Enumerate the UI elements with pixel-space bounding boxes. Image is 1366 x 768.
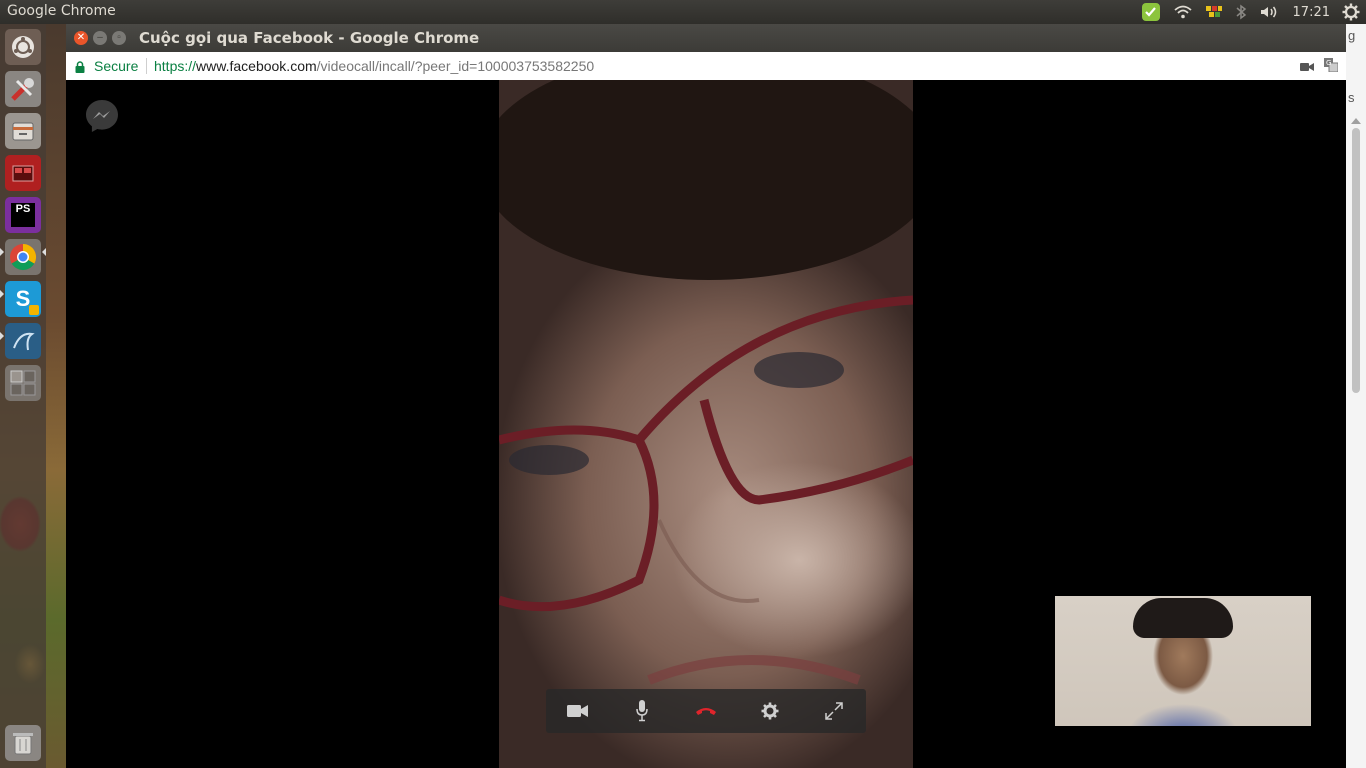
window-titlebar[interactable]: ✕ – ▫ Cuộc gọi qua Facebook - Google Chr… <box>66 24 1346 52</box>
self-hair <box>1133 598 1233 638</box>
url-host: www.facebook.com <box>196 58 317 74</box>
svg-text:G: G <box>1326 59 1331 67</box>
workspace-app-icon[interactable] <box>5 155 41 191</box>
wifi-icon[interactable] <box>1173 4 1193 20</box>
window-title: Cuộc gọi qua Facebook - Google Chrome <box>139 29 480 47</box>
background-text: g <box>1348 28 1356 43</box>
ubuntu-home-icon[interactable] <box>5 29 41 65</box>
end-call-button[interactable] <box>690 695 722 727</box>
background-text: s <box>1348 90 1355 105</box>
call-settings-button[interactable] <box>754 695 786 727</box>
mysql-workbench-icon[interactable] <box>5 323 41 359</box>
url-scheme: https:// <box>154 58 197 74</box>
focused-indicator <box>42 248 46 256</box>
system-tray: 17:21 <box>1129 0 1366 24</box>
fullscreen-button[interactable] <box>818 695 850 727</box>
files-icon[interactable] <box>5 113 41 149</box>
video-call-area <box>66 80 1346 768</box>
running-indicator <box>0 248 4 256</box>
fullscreen-icon <box>825 702 843 720</box>
remote-video-feed <box>499 80 913 768</box>
security-label[interactable]: Secure <box>94 58 138 74</box>
video-camera-toggle[interactable] <box>562 695 594 727</box>
microphone-toggle[interactable] <box>626 695 658 727</box>
remote-glasses <box>499 295 913 685</box>
window-minimize-button[interactable]: – <box>93 31 107 45</box>
messenger-icon[interactable] <box>84 98 120 139</box>
divider <box>146 58 147 74</box>
settings-gear-icon[interactable] <box>1342 3 1360 21</box>
omnibox-actions: G <box>1290 58 1339 75</box>
window-close-button[interactable]: ✕ <box>74 31 88 45</box>
beta-badge <box>29 305 39 315</box>
running-indicator <box>0 332 4 340</box>
system-settings-icon[interactable] <box>5 71 41 107</box>
camera-in-use-icon[interactable] <box>1300 59 1314 75</box>
settings-gear-icon <box>761 702 779 720</box>
clock[interactable]: 17:21 <box>1293 5 1330 20</box>
update-icon[interactable] <box>1141 2 1161 22</box>
trash-icon[interactable] <box>5 725 41 761</box>
network-indicator-icon[interactable] <box>1205 4 1223 20</box>
workspace-switcher-icon[interactable] <box>5 365 41 401</box>
url-path: /videocall/incall/?peer_id=1000037535822… <box>316 58 595 74</box>
self-video-preview[interactable] <box>1055 596 1311 726</box>
bluetooth-icon[interactable] <box>1235 4 1247 20</box>
microphone-icon <box>636 700 648 722</box>
address-bar[interactable]: Secure https://www.facebook.com/videocal… <box>66 52 1346 81</box>
url-text[interactable]: https://www.facebook.com/videocall/incal… <box>154 58 594 74</box>
phpstorm-icon[interactable]: PS <box>5 197 41 233</box>
volume-icon[interactable] <box>1259 4 1279 20</box>
window-maximize-button[interactable]: ▫ <box>112 31 126 45</box>
scrollbar-thumb[interactable] <box>1352 128 1360 393</box>
top-panel: Google Chrome 17:21 <box>0 0 1366 24</box>
scroll-up-arrow[interactable] <box>1351 118 1361 124</box>
launcher: PS S <box>0 24 46 768</box>
running-indicator <box>0 290 4 298</box>
active-app-title: Google Chrome <box>7 3 116 19</box>
skype-icon[interactable]: S <box>5 281 41 317</box>
background-page-edge: g s <box>1346 24 1366 768</box>
lock-icon[interactable] <box>75 60 85 76</box>
google-chrome-icon[interactable] <box>5 239 41 275</box>
chrome-window: ✕ – ▫ Cuộc gọi qua Facebook - Google Chr… <box>66 24 1346 768</box>
call-controls-bar <box>546 689 866 733</box>
video-camera-icon <box>567 705 588 717</box>
end-call-icon <box>696 708 716 715</box>
translate-icon[interactable]: G <box>1324 58 1339 75</box>
